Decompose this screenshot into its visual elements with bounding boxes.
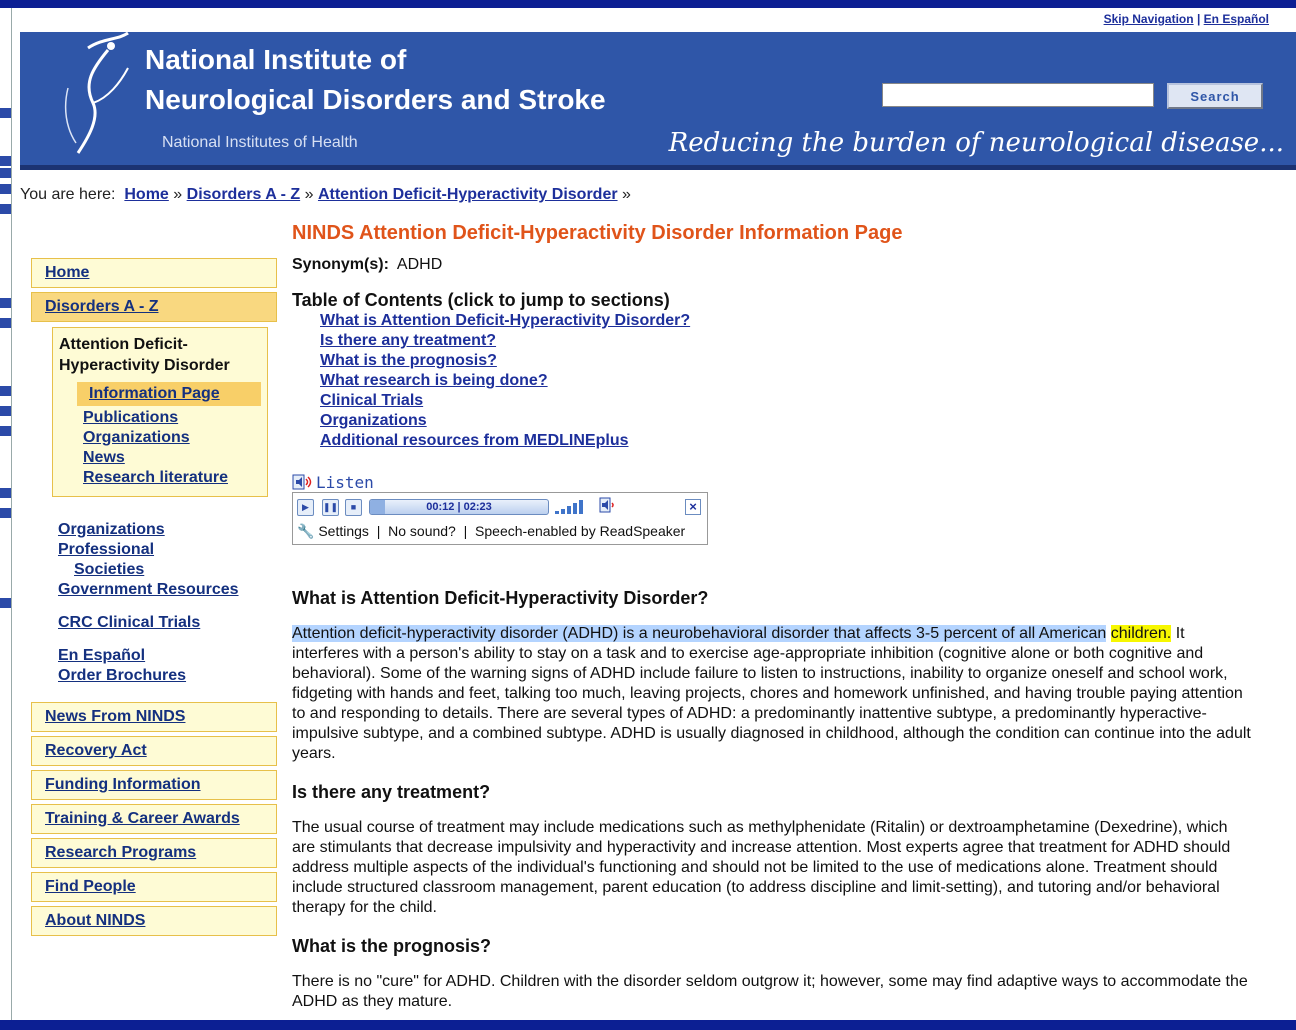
- breadcrumb: You are here: Home » Disorders A - Z » A…: [20, 186, 631, 204]
- en-espanol-link[interactable]: En Español: [1204, 12, 1269, 26]
- page-title: NINDS Attention Deficit-Hyperactivity Di…: [292, 222, 903, 244]
- nav-government-resources[interactable]: Government Resources: [58, 580, 277, 600]
- toc-link-research[interactable]: What research is being done?: [320, 371, 1252, 391]
- nav-disorders[interactable]: Disorders A - Z: [31, 292, 277, 322]
- listen-label: Listen: [316, 473, 374, 492]
- breadcrumb-sep: »: [622, 186, 631, 203]
- skip-nav-links: Skip Navigation | En Español: [1104, 12, 1269, 26]
- section-body-what-is: Attention deficit-hyperactivity disorder…: [292, 624, 1252, 764]
- nav-societies[interactable]: Societies: [58, 560, 277, 580]
- nih-subtitle: National Institutes of Health: [162, 134, 358, 151]
- no-sound-link[interactable]: No sound?: [388, 523, 456, 539]
- nav-home[interactable]: Home: [31, 258, 277, 288]
- readspeaker-widget: Listen ▶ ❚❚ ■ 00:12 | 02:23 × 🔧 Settings…: [292, 473, 1252, 545]
- nav-professional[interactable]: Professional: [58, 540, 277, 560]
- wrench-icon: 🔧: [297, 523, 315, 539]
- breadcrumb-sep: »: [173, 186, 183, 203]
- speech-enabled-text: Speech-enabled by: [475, 523, 596, 539]
- nav-resource-links: Organizations Professional Societies Gov…: [58, 520, 277, 686]
- listen-button[interactable]: Listen: [292, 473, 1252, 492]
- settings-link[interactable]: Settings: [318, 523, 369, 539]
- nav-disorder-title[interactable]: Attention Deficit-Hyperactivity Disorder: [59, 334, 261, 376]
- close-icon[interactable]: ×: [685, 499, 701, 515]
- section-heading-prognosis: What is the prognosis?: [292, 936, 492, 956]
- tagline: Reducing the burden of neurological dise…: [668, 128, 1284, 158]
- left-navigation: Home Disorders A - Z Attention Deficit-H…: [31, 258, 277, 940]
- section-heading-treatment: Is there any treatment?: [292, 782, 491, 802]
- toc-link-prognosis[interactable]: What is the prognosis?: [320, 351, 1252, 371]
- synonym-label: Synonym(s):: [292, 256, 389, 273]
- breadcrumb-prefix: You are here:: [20, 186, 116, 203]
- stop-icon[interactable]: ■: [345, 499, 362, 516]
- site-title-line2[interactable]: Neurological Disorders and Stroke: [145, 84, 606, 116]
- nav-recovery-act[interactable]: Recovery Act: [31, 736, 277, 766]
- nav-research-programs[interactable]: Research Programs: [31, 838, 277, 868]
- audio-progress-bar[interactable]: 00:12 | 02:23: [369, 499, 549, 515]
- volume-speaker-icon[interactable]: [599, 497, 619, 515]
- search-button[interactable]: Search: [1167, 83, 1263, 109]
- section-heading-what-is: What is Attention Deficit-Hyperactivity …: [292, 588, 709, 608]
- nav-crc-clinical-trials[interactable]: CRC Clinical Trials: [58, 613, 277, 633]
- ninds-logo-icon[interactable]: [48, 28, 138, 158]
- site-header: Skip Navigation | En Español National In…: [20, 8, 1296, 170]
- nav-sub-organizations[interactable]: Organizations: [83, 428, 261, 448]
- readspeaker-link[interactable]: ReadSpeaker: [600, 523, 686, 539]
- speaker-icon: [292, 474, 312, 489]
- nav-find-people[interactable]: Find People: [31, 872, 277, 902]
- left-window-edge: [0, 8, 12, 1020]
- section-body-rest: It interferes with a person's ability to…: [292, 625, 1251, 762]
- breadcrumb-home[interactable]: Home: [124, 186, 168, 203]
- synonym-value: ADHD: [396, 256, 443, 273]
- toc-link-clinical-trials[interactable]: Clinical Trials: [320, 391, 1252, 411]
- selected-text[interactable]: Attention deficit-hyperactivity disorder…: [292, 625, 1107, 642]
- browser-frame: Skip Navigation | En Español National In…: [0, 0, 1296, 1030]
- breadcrumb-sep: »: [304, 186, 314, 203]
- nav-news[interactable]: News: [83, 448, 261, 468]
- nav-funding-information[interactable]: Funding Information: [31, 770, 277, 800]
- highlighted-text[interactable]: children.: [1110, 625, 1172, 642]
- play-icon[interactable]: ▶: [297, 499, 314, 516]
- nav-training-career-awards[interactable]: Training & Career Awards: [31, 804, 277, 834]
- nav-about-ninds[interactable]: About NINDS: [31, 906, 277, 936]
- site-title-line1[interactable]: National Institute of: [145, 44, 406, 76]
- toc-link-what-is[interactable]: What is Attention Deficit-Hyperactivity …: [320, 311, 1252, 331]
- breadcrumb-disorders[interactable]: Disorders A - Z: [187, 186, 301, 203]
- audio-player: ▶ ❚❚ ■ 00:12 | 02:23 × 🔧 Settings | No s…: [292, 492, 708, 545]
- toc-link-treatment[interactable]: Is there any treatment?: [320, 331, 1252, 351]
- breadcrumb-adhd[interactable]: Attention Deficit-Hyperactivity Disorder: [318, 186, 618, 203]
- separator: |: [1196, 12, 1201, 26]
- audio-time: 00:12 | 02:23: [426, 501, 492, 513]
- toc-link-medlineplus[interactable]: Additional resources from MEDLINEplus: [320, 431, 1252, 451]
- section-body-treatment: The usual course of treatment may includ…: [292, 819, 1231, 916]
- table-of-contents: What is Attention Deficit-Hyperactivity …: [320, 311, 1252, 451]
- search-input[interactable]: [882, 83, 1154, 107]
- nav-news-from-ninds[interactable]: News From NINDS: [31, 702, 277, 732]
- nav-en-espanol[interactable]: En Español: [58, 646, 277, 666]
- volume-control[interactable]: [555, 500, 595, 514]
- nav-research-literature[interactable]: Research literature: [83, 468, 261, 488]
- nav-order-brochures[interactable]: Order Brochures: [58, 666, 277, 686]
- nav-publications[interactable]: Publications: [83, 408, 261, 428]
- skip-navigation-link[interactable]: Skip Navigation: [1104, 12, 1194, 26]
- toc-link-organizations[interactable]: Organizations: [320, 411, 1252, 431]
- nav-disorder-submenu: Attention Deficit-Hyperactivity Disorder…: [52, 327, 268, 497]
- toc-title: Table of Contents (click to jump to sect…: [292, 290, 670, 310]
- player-footer: 🔧 Settings | No sound? | Speech-enabled …: [297, 523, 686, 539]
- main-content: NINDS Attention Deficit-Hyperactivity Di…: [292, 222, 1252, 1012]
- pause-icon[interactable]: ❚❚: [322, 499, 339, 516]
- section-body-prognosis: There is no "cure" for ADHD. Children wi…: [292, 973, 1248, 1010]
- nav-information-page[interactable]: Information Page: [77, 382, 261, 406]
- synonym-line: Synonym(s): ADHD: [292, 256, 1252, 274]
- progress-fill: [370, 500, 385, 514]
- nav-organizations[interactable]: Organizations: [58, 520, 277, 540]
